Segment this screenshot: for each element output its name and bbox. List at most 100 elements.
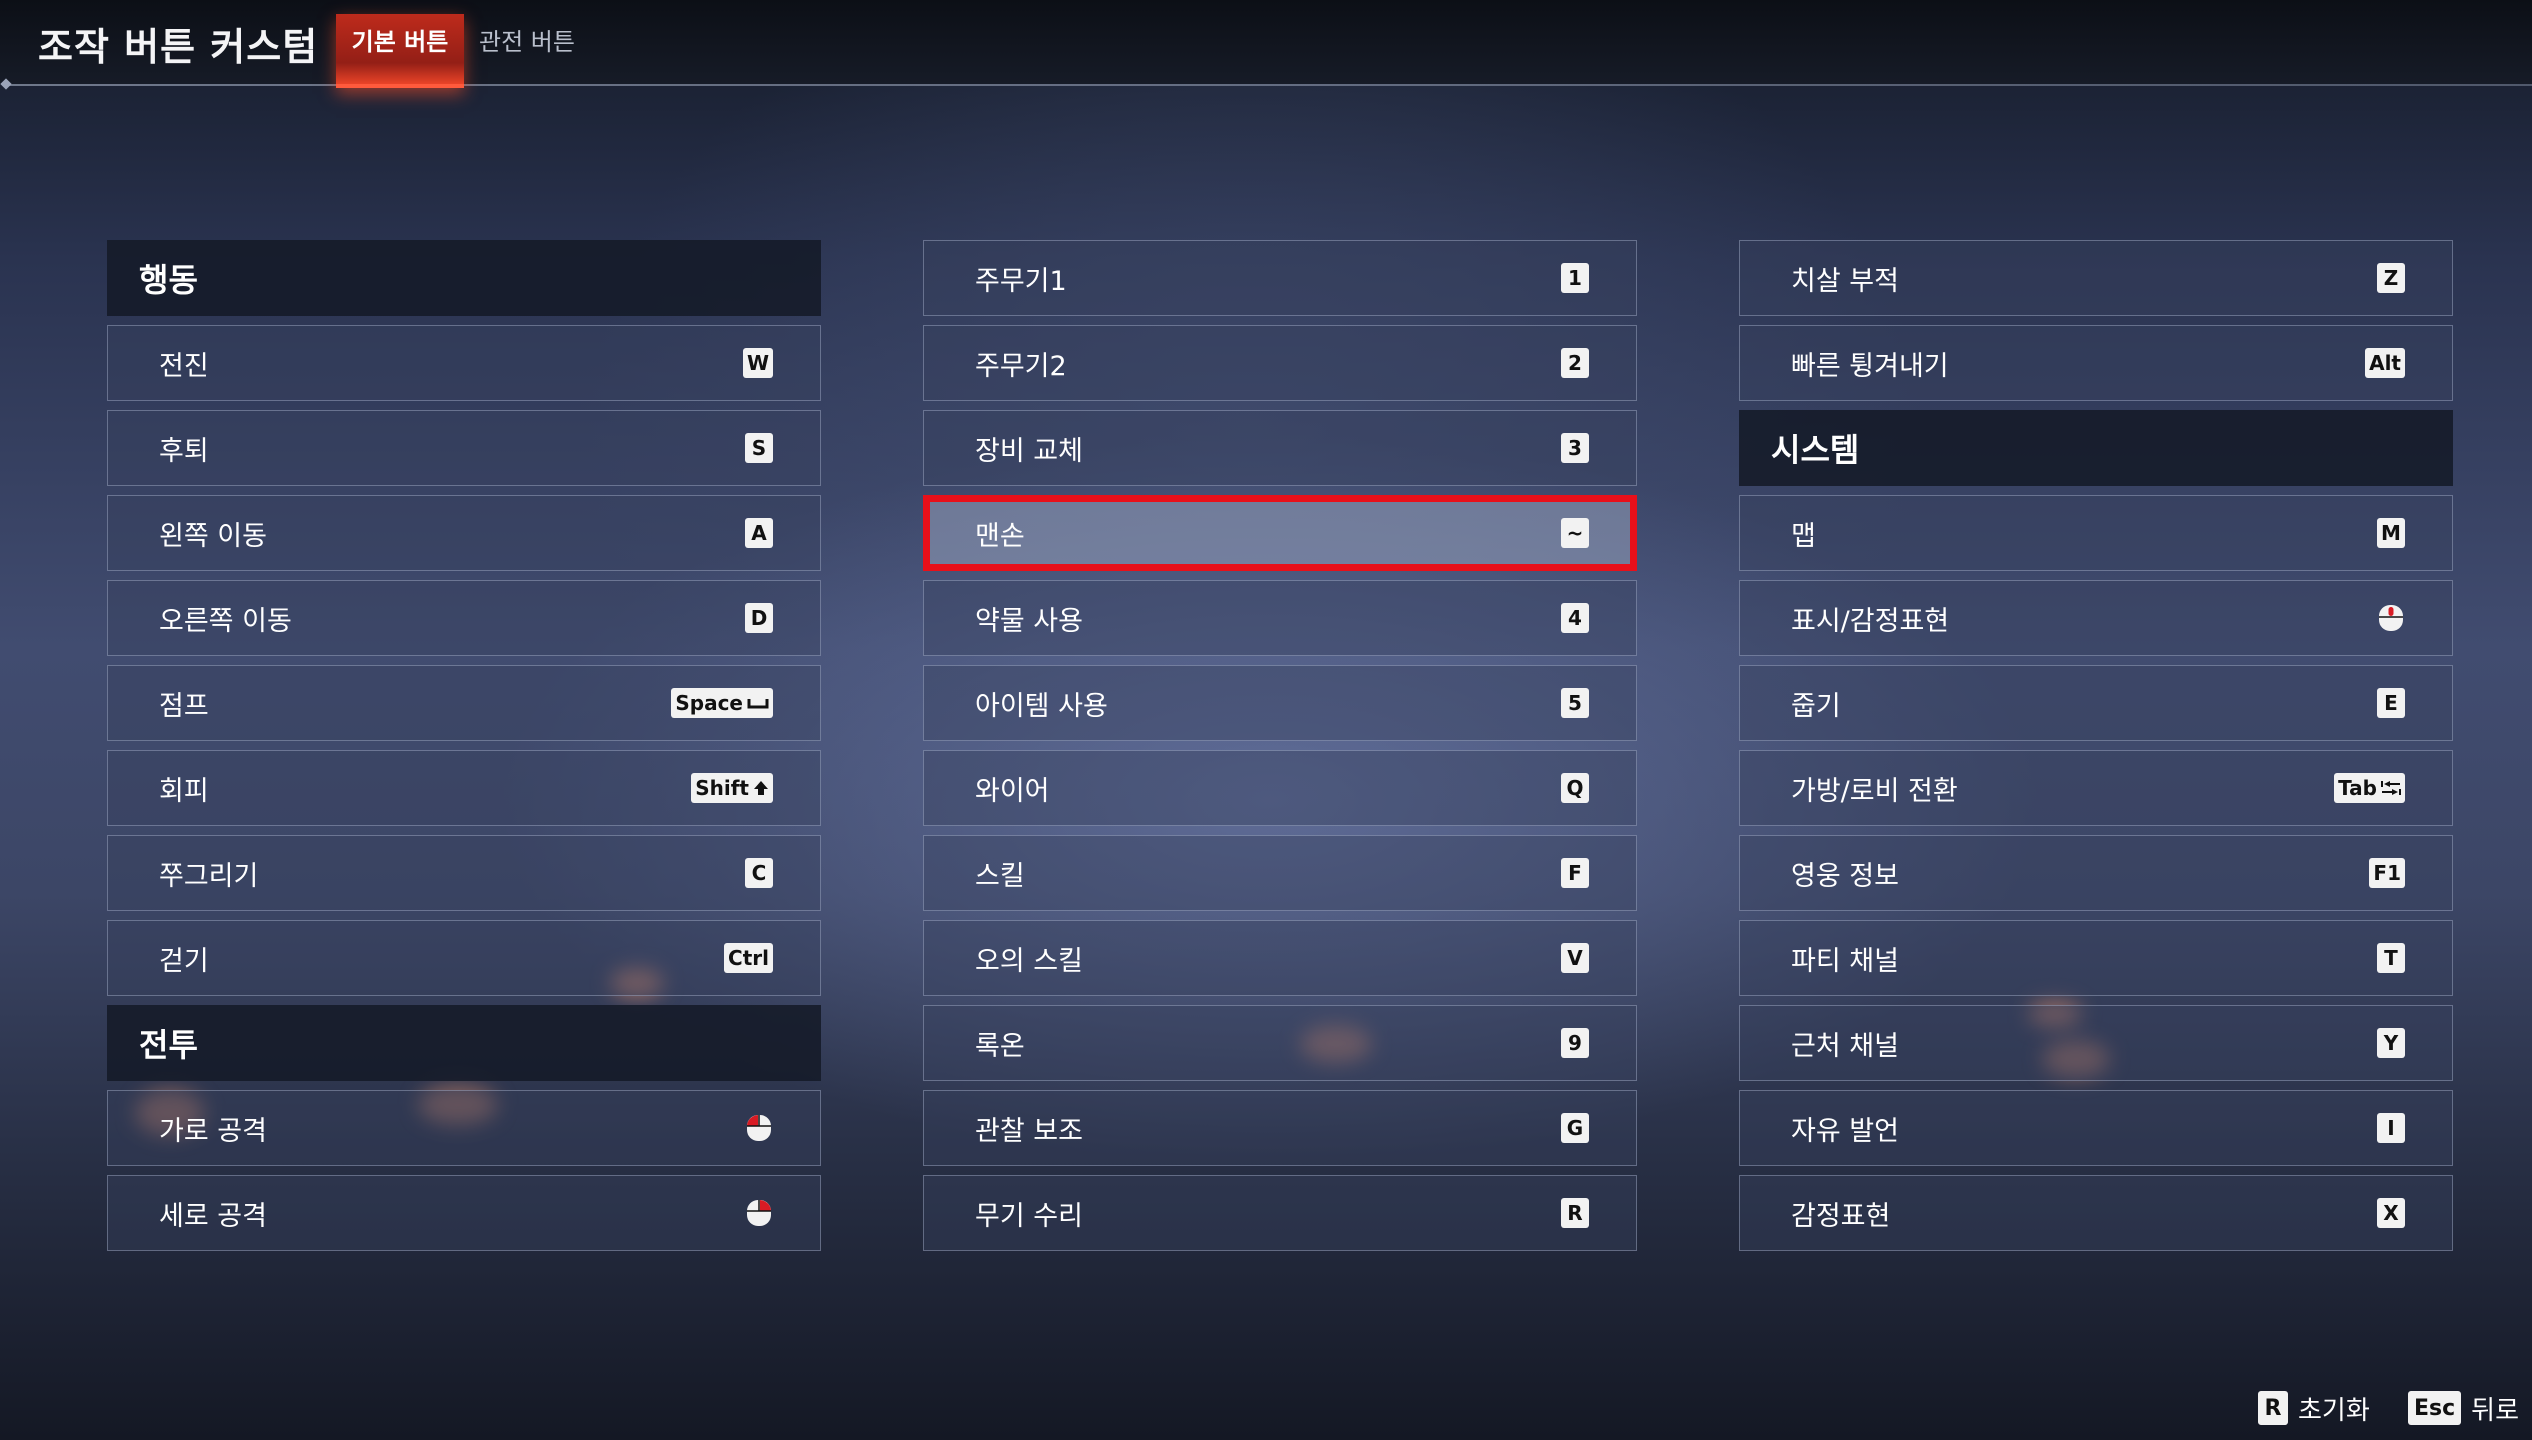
keycap: Shift <box>691 773 773 803</box>
keycap: T <box>2377 943 2405 973</box>
keybind-row-jump[interactable]: 점프 Space <box>107 665 821 741</box>
keycap: Tab <box>2334 773 2405 803</box>
mouse-left-click-icon <box>746 1115 771 1141</box>
tab-spectator-buttons[interactable]: 관전 버튼 <box>472 14 582 84</box>
keybind-row-nearby-chat[interactable]: 근처 채널 Y <box>1739 1005 2453 1081</box>
keybind-label: 점프 <box>159 690 209 722</box>
keybind-row-primary-weapon-2[interactable]: 주무기2 2 <box>923 325 1637 401</box>
keybind-row-talisman[interactable]: 치살 부적 Z <box>1739 240 2453 316</box>
keybind-row-ping-emote[interactable]: 표시/감정표현 <box>1739 580 2453 656</box>
keybind-label: 오의 스킬 <box>975 945 1083 977</box>
keycap: E <box>2377 688 2405 718</box>
page-title: 조작 버튼 커스텀 <box>38 25 319 69</box>
keybind-row-move-left[interactable]: 왼쪽 이동 A <box>107 495 821 571</box>
keybind-label: 파티 채널 <box>1791 945 1899 977</box>
back-keycap: Esc <box>2408 1391 2462 1425</box>
keycap: Y <box>2377 1028 2405 1058</box>
keybind-column-1: 행동 전진 W 후퇴 S 왼쪽 이동 A 오른쪽 이동 D 점프 Space 회… <box>107 240 821 1260</box>
keybind-label: 영웅 정보 <box>1791 860 1899 892</box>
keybind-label: 주무기1 <box>975 265 1067 297</box>
keycap: F <box>1561 858 1589 888</box>
keycap: 3 <box>1561 433 1589 463</box>
keycap: R <box>1561 1198 1589 1228</box>
keybind-row-wire[interactable]: 와이어 Q <box>923 750 1637 826</box>
keycap: 2 <box>1561 348 1589 378</box>
keycap: S <box>745 433 773 463</box>
keybind-row-use-medicine[interactable]: 약물 사용 4 <box>923 580 1637 656</box>
keycap: Alt <box>2365 348 2405 378</box>
keybind-row-backward[interactable]: 후퇴 S <box>107 410 821 486</box>
keycap: Z <box>2377 263 2405 293</box>
keycap: I <box>2377 1113 2405 1143</box>
space-icon <box>747 699 769 709</box>
keybind-row-crouch[interactable]: 쭈그리기 C <box>107 835 821 911</box>
section-header-combat: 전투 <box>107 1005 821 1081</box>
keybind-row-walk[interactable]: 걷기 Ctrl <box>107 920 821 996</box>
keybind-label: 스킬 <box>975 860 1025 892</box>
keybind-row-ultimate-skill[interactable]: 오의 스킬 V <box>923 920 1637 996</box>
keybind-row-use-item[interactable]: 아이템 사용 5 <box>923 665 1637 741</box>
keybind-label: 가방/로비 전환 <box>1791 775 1958 807</box>
section-header-action: 행동 <box>107 240 821 316</box>
mouse-right-click-icon <box>747 1200 772 1226</box>
keycap: 9 <box>1561 1028 1589 1058</box>
keybind-row-forward[interactable]: 전진 W <box>107 325 821 401</box>
keybind-label: 줍기 <box>1791 690 1841 722</box>
keycap: F1 <box>2369 858 2405 888</box>
back-button[interactable]: Esc 뒤로 <box>2408 1390 2519 1426</box>
keybind-label: 관찰 보조 <box>975 1115 1083 1147</box>
keycap: C <box>745 858 773 888</box>
keycap: G <box>1561 1113 1589 1143</box>
keybind-row-map[interactable]: 맵 M <box>1739 495 2453 571</box>
keycap: Q <box>1561 773 1589 803</box>
keycap: ~ <box>1561 518 1589 548</box>
keybind-row-pick-up[interactable]: 줍기 E <box>1739 665 2453 741</box>
keybind-row-party-chat[interactable]: 파티 채널 T <box>1739 920 2453 996</box>
reset-button[interactable]: R 초기화 <box>2258 1390 2370 1426</box>
keybind-row-horizontal-attack[interactable]: 가로 공격 <box>107 1090 821 1166</box>
keybind-row-skill[interactable]: 스킬 F <box>923 835 1637 911</box>
keybind-row-emote[interactable]: 감정표현 X <box>1739 1175 2453 1251</box>
tab-arrows-icon <box>2381 781 2401 795</box>
keycap: D <box>745 603 773 633</box>
keybind-label: 아이템 사용 <box>975 690 1108 722</box>
keybind-label: 근처 채널 <box>1791 1030 1899 1062</box>
keybind-row-move-right[interactable]: 오른쪽 이동 D <box>107 580 821 656</box>
keybind-row-repair-weapon[interactable]: 무기 수리 R <box>923 1175 1637 1251</box>
keybind-row-unarmed[interactable]: 맨손 ~ <box>923 495 1637 571</box>
keybind-label: 약물 사용 <box>975 605 1083 637</box>
keycap: X <box>2377 1198 2405 1228</box>
keybind-label: 감정표현 <box>1791 1200 1891 1232</box>
keycap: M <box>2377 518 2405 548</box>
keybind-label: 와이어 <box>975 775 1050 807</box>
keycap-text: Space <box>675 691 743 715</box>
keybind-label: 치살 부적 <box>1791 265 1899 297</box>
keybind-label: 걷기 <box>159 945 209 977</box>
keybind-row-quick-parry[interactable]: 빠른 튕겨내기 Alt <box>1739 325 2453 401</box>
keybind-row-bag-lobby-toggle[interactable]: 가방/로비 전환 Tab <box>1739 750 2453 826</box>
keybind-label: 자유 발언 <box>1791 1115 1899 1147</box>
reset-keycap: R <box>2258 1391 2288 1425</box>
keycap: 5 <box>1561 688 1589 718</box>
keybind-label: 후퇴 <box>159 435 209 467</box>
keybind-row-lock-on[interactable]: 록온 9 <box>923 1005 1637 1081</box>
tab-basic-buttons[interactable]: 기본 버튼 <box>336 14 464 88</box>
keybind-row-free-talk[interactable]: 자유 발언 I <box>1739 1090 2453 1166</box>
reset-label: 초기화 <box>2298 1395 2370 1426</box>
keybind-row-hero-info[interactable]: 영웅 정보 F1 <box>1739 835 2453 911</box>
back-label: 뒤로 <box>2471 1395 2520 1426</box>
keybind-label: 오른쪽 이동 <box>159 605 292 637</box>
keybind-row-dodge[interactable]: 회피 Shift <box>107 750 821 826</box>
keycap: A <box>745 518 773 548</box>
keybind-label: 록온 <box>975 1030 1025 1062</box>
keybind-column-2: 주무기1 1 주무기2 2 장비 교체 3 맨손 ~ 약물 사용 4 아이템 사… <box>923 240 1637 1260</box>
keybind-row-primary-weapon-1[interactable]: 주무기1 1 <box>923 240 1637 316</box>
mouse-middle-click-icon <box>2379 605 2403 631</box>
keybind-row-swap-equipment[interactable]: 장비 교체 3 <box>923 410 1637 486</box>
keybind-label: 맵 <box>1791 520 1816 552</box>
keybind-label: 주무기2 <box>975 350 1067 382</box>
keybind-label: 장비 교체 <box>975 435 1083 467</box>
keybind-row-vertical-attack[interactable]: 세로 공격 <box>107 1175 821 1251</box>
keybind-row-observation-assist[interactable]: 관찰 보조 G <box>923 1090 1637 1166</box>
keybind-label: 왼쪽 이동 <box>159 520 267 552</box>
